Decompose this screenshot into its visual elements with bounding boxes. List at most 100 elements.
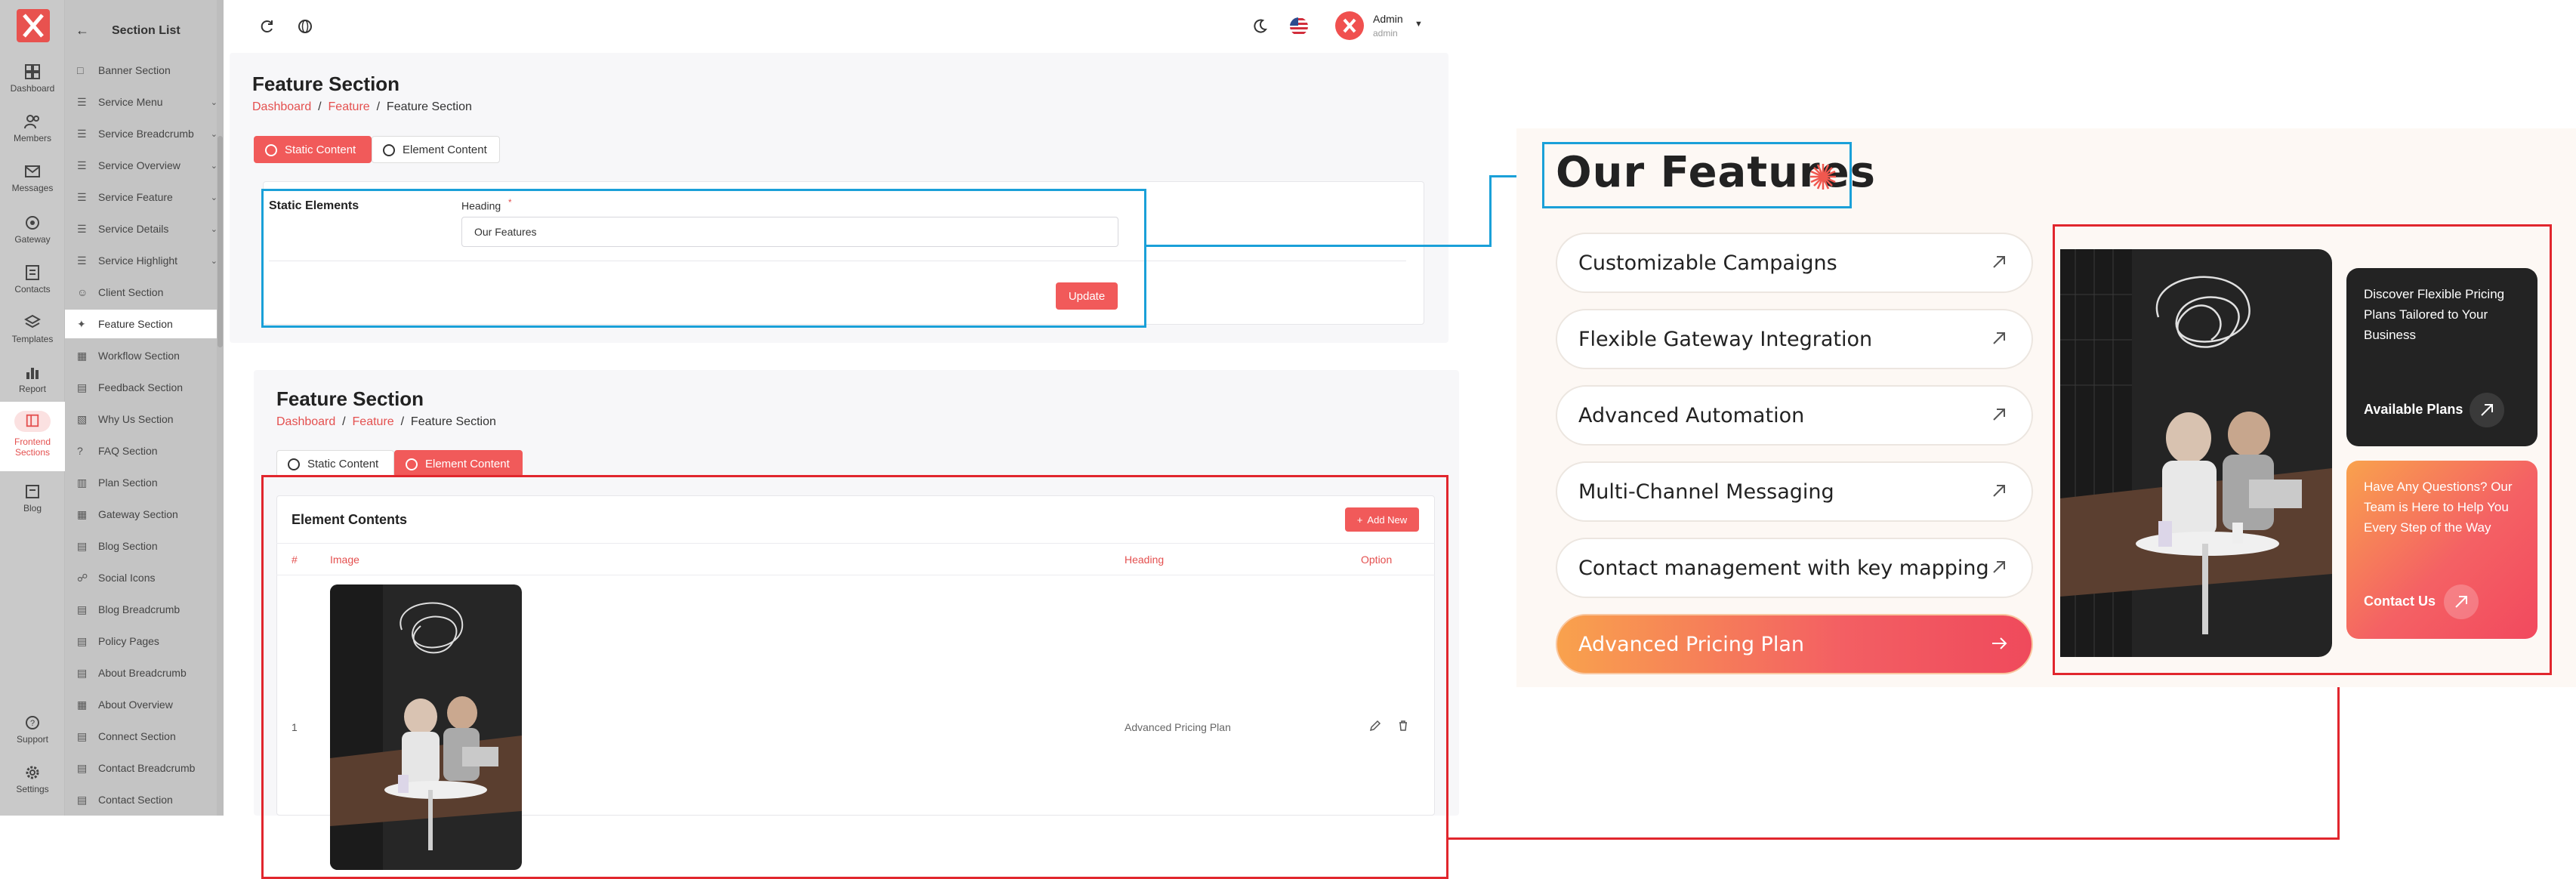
section-icon: ☰ <box>77 191 87 203</box>
sidebar-item-dashboard[interactable]: Dashboard <box>0 63 65 94</box>
breadcrumb-feature[interactable]: Feature <box>353 415 394 428</box>
feature-item[interactable]: Contact management with key mapping <box>1556 538 2033 598</box>
tab-static-content[interactable]: Static Content <box>254 136 372 163</box>
user-menu-caret-icon[interactable]: ▼ <box>1414 20 1423 29</box>
section-item-service-menu[interactable]: ☰ Service Menu ⌄ <box>77 88 217 116</box>
tab-label: Element Content <box>425 457 510 470</box>
section-icon: ? <box>77 445 83 457</box>
section-item-service-highlight[interactable]: ☰ Service Highlight ⌄ <box>77 246 217 275</box>
section-icon: ▤ <box>77 794 88 806</box>
section-item-label: Service Highlight <box>98 254 178 267</box>
sidebar-item-templates[interactable]: Templates <box>0 314 65 344</box>
section-item-service-overview[interactable]: ☰ Service Overview ⌄ <box>77 151 217 180</box>
section-item-client-section[interactable]: ☺ Client Section <box>77 278 217 307</box>
back-arrow-icon[interactable]: ← <box>76 23 91 39</box>
section-icon: ▦ <box>77 508 88 520</box>
static-elements-callout-frame <box>261 189 1146 328</box>
sidebar-item-support[interactable]: ? Support <box>0 714 65 745</box>
sidebar-item-settings[interactable]: Settings <box>0 764 65 794</box>
us-flag-icon[interactable] <box>1289 17 1309 36</box>
feature-item[interactable]: Advanced Automation <box>1556 385 2033 446</box>
section-item-label: Social Icons <box>98 572 156 584</box>
sidebar-item-label: Frontend <box>14 436 51 447</box>
breadcrumb-dashboard[interactable]: Dashboard <box>276 415 335 428</box>
avatar[interactable] <box>1335 11 1364 40</box>
section-item-label: Feature Section <box>98 318 173 330</box>
section-icon: ☰ <box>77 96 87 108</box>
section-icon: ▥ <box>77 477 88 489</box>
tab-element-content[interactable]: Element Content <box>394 450 523 477</box>
feature-item[interactable]: Customizable Campaigns <box>1556 233 2033 293</box>
breadcrumb-current: Feature Section <box>386 100 472 113</box>
section-item-service-breadcrumb[interactable]: ☰ Service Breadcrumb ⌄ <box>77 119 217 148</box>
globe-icon[interactable] <box>297 18 313 35</box>
section-item-contact-section[interactable]: ▤ Contact Section <box>77 785 217 814</box>
section-icon: ▧ <box>77 413 88 425</box>
feature-item-label: Advanced Pricing Plan <box>1578 632 1804 656</box>
section-item-connect-section[interactable]: ▤ Connect Section <box>77 722 217 751</box>
section-icon: ☰ <box>77 254 87 267</box>
section-item-social-icons[interactable]: ☍ Social Icons <box>77 563 217 592</box>
info-icon <box>265 144 277 156</box>
gateway-icon <box>26 216 39 230</box>
feature-item[interactable]: Flexible Gateway Integration <box>1556 309 2033 369</box>
feature-item[interactable]: Advanced Pricing Plan <box>1556 614 2033 674</box>
sidebar-item-members[interactable]: Members <box>0 113 65 143</box>
section-item-label: Plan Section <box>98 477 158 489</box>
sidebar-item-report[interactable]: Report <box>0 364 65 394</box>
section-item-feedback-section[interactable]: ▤ Feedback Section <box>77 373 217 402</box>
help-icon: ? <box>26 716 39 729</box>
section-item-workflow-section[interactable]: ▦ Workflow Section <box>77 341 217 370</box>
section-item-label: Connect Section <box>98 730 176 742</box>
section-item-feature-section[interactable]: ✦ Feature Section <box>65 310 224 338</box>
section-item-service-details[interactable]: ☰ Service Details ⌄ <box>77 214 217 243</box>
section-item-contact-breadcrumb[interactable]: ▤ Contact Breadcrumb <box>77 754 217 782</box>
section-item-label: Service Overview <box>98 159 180 171</box>
sidebar-item-contacts[interactable]: Contacts <box>0 264 65 295</box>
tab-static-content[interactable]: Static Content <box>276 450 394 477</box>
feature-item-label: Flexible Gateway Integration <box>1578 327 1873 351</box>
breadcrumb-dashboard[interactable]: Dashboard <box>252 100 311 113</box>
sidebar-item-frontend-sections[interactable]: Frontend Sections <box>0 402 65 471</box>
section-icon: ▤ <box>77 381 88 393</box>
section-item-policy-pages[interactable]: ▤ Policy Pages <box>77 627 217 655</box>
section-icon: ☍ <box>77 572 88 584</box>
tab-element-content[interactable]: Element Content <box>372 136 500 163</box>
element-contents-callout-frame <box>261 475 1448 879</box>
section-item-why-us-section[interactable]: ▧ Why Us Section <box>77 405 217 433</box>
section-list-panel: ← Section List □ Banner Section ☰ Service M… <box>65 0 224 816</box>
sidebar-item-label: Sections <box>14 447 51 458</box>
refresh-icon[interactable] <box>258 18 275 35</box>
scrollbar-thumb[interactable] <box>217 136 223 347</box>
section-item-gateway-section[interactable]: ▦ Gateway Section <box>77 500 217 529</box>
section-item-blog-breadcrumb[interactable]: ▤ Blog Breadcrumb <box>77 595 217 624</box>
breadcrumb: Dashboard / Feature / Feature Section <box>276 415 496 429</box>
info-icon <box>383 144 395 156</box>
section-icon: ▦ <box>77 699 88 711</box>
section-item-faq-section[interactable]: ? FAQ Section <box>77 436 217 465</box>
section-icon: ▦ <box>77 350 88 362</box>
user-role: admin <box>1373 28 1398 39</box>
section-item-about-overview[interactable]: ▦ About Overview <box>77 690 217 719</box>
section-icon: ▤ <box>77 540 88 552</box>
dark-mode-moon-icon[interactable] <box>1251 18 1268 35</box>
sidebar-item-messages[interactable]: Messages <box>0 163 65 193</box>
sidebar-item-gateway[interactable]: Gateway <box>0 214 65 245</box>
layers-icon <box>24 314 41 328</box>
section-item-banner-section[interactable]: □ Banner Section <box>77 56 217 85</box>
section-list-scrollbar[interactable] <box>217 0 224 816</box>
bar-chart-icon <box>26 368 39 379</box>
section-item-blog-section[interactable]: ▤ Blog Section <box>77 532 217 560</box>
section-item-service-feature[interactable]: ☰ Service Feature ⌄ <box>77 183 217 211</box>
breadcrumb-feature[interactable]: Feature <box>329 100 370 113</box>
callout-connector-red <box>1448 837 2340 840</box>
section-item-plan-section[interactable]: ▥ Plan Section <box>77 468 217 497</box>
feature-item[interactable]: Multi-Channel Messaging <box>1556 461 2033 522</box>
section-item-about-breadcrumb[interactable]: ▤ About Breadcrumb <box>77 658 217 687</box>
arrow-right-icon <box>1992 637 2007 649</box>
section-item-label: Why Us Section <box>98 413 174 425</box>
breadcrumb-separator: / <box>314 100 325 113</box>
sidebar-item-blog[interactable]: Blog <box>0 483 65 514</box>
section-icon: ☰ <box>77 223 87 235</box>
tab-label: Static Content <box>307 457 379 470</box>
